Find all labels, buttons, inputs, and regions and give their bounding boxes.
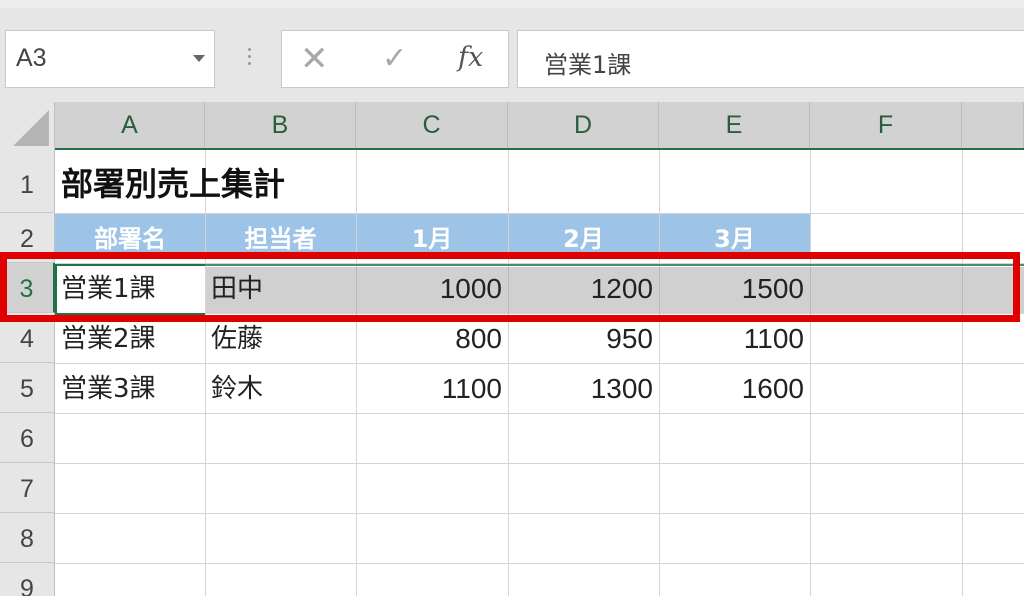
column-header-f[interactable]: F xyxy=(810,102,962,150)
gridline xyxy=(55,513,1024,514)
formula-bar-resize-icon[interactable] xyxy=(245,48,253,78)
formula-input[interactable]: 営業1課 xyxy=(517,30,1024,88)
column-header-c[interactable]: C xyxy=(356,102,508,150)
formula-input-value: 営業1課 xyxy=(544,51,632,79)
row-header-9[interactable]: 9 xyxy=(0,563,55,596)
gridline xyxy=(55,563,1024,564)
formula-bar: A3 ✕ ✓ fx 営業1課 xyxy=(0,8,1024,102)
checkmark-icon[interactable]: ✓ xyxy=(382,37,407,81)
name-box-value: A3 xyxy=(16,44,47,72)
row-header-6[interactable]: 6 xyxy=(0,413,55,463)
ribbon-edge xyxy=(0,0,1024,8)
column-header-e[interactable]: E xyxy=(659,102,810,150)
column-header-a[interactable]: A xyxy=(55,102,205,150)
worksheet-grid[interactable]: A B C D E F 1 2 3 4 5 6 7 8 9 部署別売上集計 部署… xyxy=(0,102,1024,596)
column-header-d[interactable]: D xyxy=(508,102,659,150)
cell-a5[interactable]: 営業3課 xyxy=(55,363,205,413)
close-icon[interactable]: ✕ xyxy=(300,37,329,81)
select-all-icon[interactable] xyxy=(0,102,55,150)
row-header-1[interactable]: 1 xyxy=(0,150,55,213)
gridline xyxy=(55,413,1024,414)
name-box[interactable]: A3 xyxy=(5,30,215,88)
column-header-g[interactable] xyxy=(962,102,1024,150)
row-header-5[interactable]: 5 xyxy=(0,363,55,413)
cell-d5[interactable]: 1300 xyxy=(508,363,659,413)
formula-buttons: ✕ ✓ fx xyxy=(281,30,509,88)
column-header-b[interactable]: B xyxy=(205,102,356,150)
gridline xyxy=(810,150,811,596)
chevron-down-icon[interactable] xyxy=(193,55,205,62)
cell-e5[interactable]: 1600 xyxy=(659,363,810,413)
row-header-8[interactable]: 8 xyxy=(0,513,55,563)
cell-c5[interactable]: 1100 xyxy=(356,363,508,413)
function-icon[interactable]: fx xyxy=(458,38,483,78)
row-highlight-annotation xyxy=(0,252,1020,322)
row-header-7[interactable]: 7 xyxy=(0,463,55,513)
cell-b5[interactable]: 鈴木 xyxy=(205,363,356,413)
gridline xyxy=(55,463,1024,464)
gridline xyxy=(962,150,963,596)
cell-a1[interactable]: 部署別売上集計 xyxy=(55,150,508,213)
select-all-triangle xyxy=(13,110,49,146)
